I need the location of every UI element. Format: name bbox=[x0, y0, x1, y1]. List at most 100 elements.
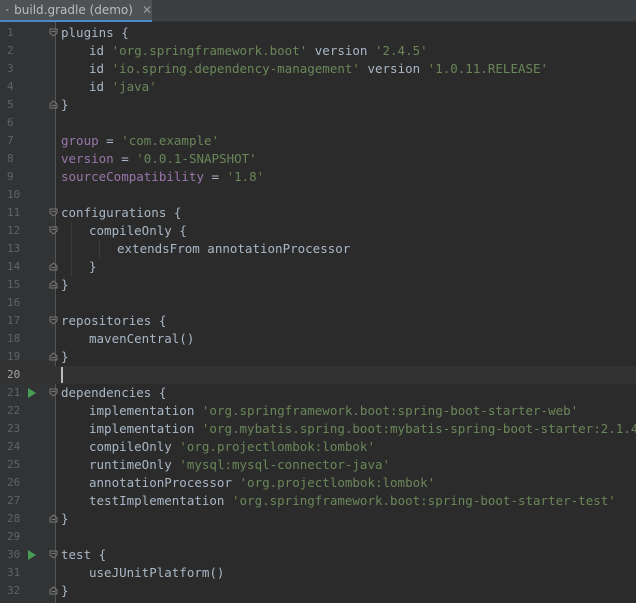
code-text: version = '0.0.1-SNAPSHOT' bbox=[61, 150, 257, 168]
code-token: id bbox=[89, 61, 112, 76]
string-literal: '1.8' bbox=[226, 169, 265, 184]
close-icon[interactable]: ✕ bbox=[142, 3, 152, 17]
code-line[interactable]: 15} bbox=[0, 276, 636, 294]
run-gutter-icon[interactable] bbox=[28, 388, 36, 398]
fold-end-icon[interactable] bbox=[49, 262, 58, 271]
code-line[interactable]: 31 useJUnitPlatform() bbox=[0, 564, 636, 582]
code-line[interactable]: 4 id 'java' bbox=[0, 78, 636, 96]
string-literal: 'io.spring.dependency-management' bbox=[111, 61, 360, 76]
code-line[interactable]: 30 test { bbox=[0, 546, 636, 564]
code-line[interactable]: 21 dependencies { bbox=[0, 384, 636, 402]
string-literal: 'org.springframework.boot:spring-boot-st… bbox=[201, 403, 579, 418]
fold-end-icon[interactable] bbox=[49, 586, 58, 595]
code-line[interactable]: 23 implementation 'org.mybatis.spring.boo… bbox=[0, 420, 636, 438]
code-line[interactable]: 28} bbox=[0, 510, 636, 528]
code-token: dependencies { bbox=[61, 385, 167, 400]
code-text: sourceCompatibility = '1.8' bbox=[61, 168, 264, 186]
code-text: compileOnly 'org.projectlombok:lombok' bbox=[89, 438, 375, 456]
tab-build-gradle[interactable]: build.gradle (demo) ✕ bbox=[0, 0, 152, 22]
code-token: repositories { bbox=[61, 313, 167, 328]
fold-start-icon[interactable] bbox=[49, 208, 58, 217]
code-line[interactable]: 1 plugins { bbox=[0, 24, 636, 42]
fold-end-icon[interactable] bbox=[49, 280, 58, 289]
code-editor[interactable]: 1 plugins {2 id 'org.springframework.boot'… bbox=[0, 22, 636, 603]
code-line[interactable]: 13 extendsFrom annotationProcessor bbox=[0, 240, 636, 258]
line-number: 29 bbox=[7, 530, 21, 543]
code-token: configurations { bbox=[61, 205, 182, 220]
code-line[interactable]: 29 bbox=[0, 528, 636, 546]
line-number: 17 bbox=[7, 314, 21, 327]
line-number: 18 bbox=[7, 332, 21, 345]
gradle-elephant-icon bbox=[6, 9, 9, 11]
code-text: dependencies { bbox=[61, 384, 166, 402]
code-line[interactable]: 3 id 'io.spring.dependency-management' ve… bbox=[0, 60, 636, 78]
code-line[interactable]: 16 bbox=[0, 294, 636, 312]
code-token: = bbox=[113, 151, 137, 166]
run-gutter-icon[interactable] bbox=[28, 550, 36, 560]
text-caret bbox=[61, 367, 63, 383]
code-token: = bbox=[204, 169, 227, 184]
line-number: 31 bbox=[7, 566, 21, 579]
code-line[interactable]: 25 runtimeOnly 'mysql:mysql-connector-jav… bbox=[0, 456, 636, 474]
code-line[interactable]: 19} bbox=[0, 348, 636, 366]
code-line[interactable]: 27 testImplementation 'org.springframewor… bbox=[0, 492, 636, 510]
code-line[interactable]: 11 configurations { bbox=[0, 204, 636, 222]
fold-start-icon[interactable] bbox=[49, 28, 58, 37]
code-line[interactable]: 10 bbox=[0, 186, 636, 204]
fold-start-icon[interactable] bbox=[49, 388, 58, 397]
code-text: implementation 'org.mybatis.spring.boot:… bbox=[89, 420, 636, 438]
code-text: plugins { bbox=[61, 24, 129, 42]
line-number: 27 bbox=[7, 494, 21, 507]
code-token: mavenCentral() bbox=[89, 331, 195, 346]
code-line[interactable]: 24 compileOnly 'org.projectlombok:lombok' bbox=[0, 438, 636, 456]
code-line[interactable]: 26 annotationProcessor 'org.projectlombok… bbox=[0, 474, 636, 492]
fold-start-icon[interactable] bbox=[49, 316, 58, 325]
fold-start-icon[interactable] bbox=[49, 226, 58, 235]
code-text: extendsFrom annotationProcessor bbox=[117, 240, 350, 258]
line-number: 6 bbox=[7, 116, 14, 129]
line-number: 16 bbox=[7, 296, 21, 309]
string-literal: '0.0.1-SNAPSHOT' bbox=[136, 151, 257, 166]
string-literal: 'com.example' bbox=[121, 133, 220, 148]
code-line[interactable]: 6 bbox=[0, 114, 636, 132]
code-token: useJUnitPlatform() bbox=[89, 565, 225, 580]
code-line[interactable]: 12 compileOnly { bbox=[0, 222, 636, 240]
code-line[interactable]: 17 repositories { bbox=[0, 312, 636, 330]
code-text: id 'java' bbox=[89, 78, 157, 96]
code-line[interactable]: 5} bbox=[0, 96, 636, 114]
fold-end-icon[interactable] bbox=[49, 352, 58, 361]
code-line[interactable]: 7 group = 'com.example' bbox=[0, 132, 636, 150]
fold-end-icon[interactable] bbox=[49, 514, 58, 523]
code-line[interactable]: 18 mavenCentral() bbox=[0, 330, 636, 348]
property-token: sourceCompatibility bbox=[61, 169, 204, 184]
code-line[interactable]: 2 id 'org.springframework.boot' version '… bbox=[0, 42, 636, 60]
string-literal: 'org.mybatis.spring.boot:mybatis-spring-… bbox=[201, 421, 636, 436]
code-token: } bbox=[61, 583, 69, 598]
line-number: 9 bbox=[7, 170, 14, 183]
code-line[interactable]: 9 sourceCompatibility = '1.8' bbox=[0, 168, 636, 186]
line-number: 1 bbox=[7, 26, 14, 39]
line-number: 12 bbox=[7, 224, 21, 237]
line-number: 3 bbox=[7, 62, 14, 75]
line-number: 22 bbox=[7, 404, 21, 417]
code-text: } bbox=[61, 96, 69, 114]
code-line[interactable]: 14} bbox=[0, 258, 636, 276]
code-line[interactable]: 8 version = '0.0.1-SNAPSHOT' bbox=[0, 150, 636, 168]
line-number: 10 bbox=[7, 188, 21, 201]
code-line[interactable]: 32} bbox=[0, 582, 636, 600]
code-token: compileOnly { bbox=[89, 223, 187, 238]
fold-start-icon[interactable] bbox=[49, 550, 58, 559]
code-text: annotationProcessor 'org.projectlombok:l… bbox=[89, 474, 435, 492]
line-number: 21 bbox=[7, 386, 21, 399]
code-token: implementation bbox=[89, 421, 202, 436]
fold-end-icon[interactable] bbox=[49, 100, 58, 109]
line-number: 24 bbox=[7, 440, 21, 453]
line-number: 7 bbox=[7, 134, 14, 147]
code-line[interactable]: 22 implementation 'org.springframework.bo… bbox=[0, 402, 636, 420]
string-literal: 'org.projectlombok:lombok' bbox=[239, 475, 436, 490]
code-token: version bbox=[359, 61, 428, 76]
line-number: 19 bbox=[7, 350, 21, 363]
code-line[interactable]: 20 bbox=[0, 366, 636, 384]
line-number: 30 bbox=[7, 548, 21, 561]
code-text: group = 'com.example' bbox=[61, 132, 219, 150]
